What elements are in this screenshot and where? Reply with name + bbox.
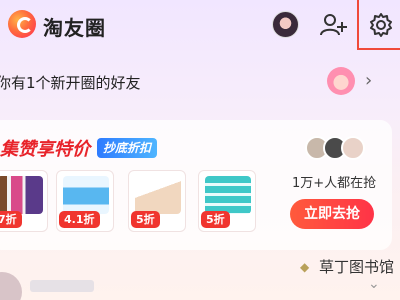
buyer-avatars xyxy=(305,136,365,162)
page: 淘友圈 你有1个新开圈的好友 › 集赞享特价 抄底折扣 7折 xyxy=(0,0,400,300)
shampoo-bottles-image xyxy=(0,176,43,214)
new-circle-friend-notice[interactable]: 你有1个新开圈的好友 › xyxy=(0,62,396,102)
deal-title: 集赞享特价 xyxy=(0,139,90,160)
avatar xyxy=(341,136,365,160)
grab-now-button[interactable]: 立即去抢 xyxy=(290,199,374,229)
product-item[interactable]: 7折 xyxy=(0,170,48,232)
discount-badge: 5折 xyxy=(201,211,230,228)
settings-button[interactable] xyxy=(357,0,400,50)
tissue-pack-image xyxy=(205,176,251,214)
watermark-logo-icon: ◆ xyxy=(300,259,310,274)
feed-avatar[interactable] xyxy=(0,272,22,300)
feed-username-placeholder xyxy=(30,280,94,292)
product-item[interactable]: 5折 xyxy=(128,170,186,232)
add-friend-icon[interactable] xyxy=(318,10,348,40)
grab-count-text: 1万+人都在抢 xyxy=(292,176,377,191)
chevron-right-icon: › xyxy=(365,70,373,91)
watermark-text: 草丁图书馆 xyxy=(319,258,395,276)
product-item[interactable]: 4.1折 xyxy=(56,170,114,232)
discount-badge: 4.1折 xyxy=(59,211,100,228)
chevron-down-icon[interactable]: ⌄ xyxy=(368,276,380,292)
discount-badge: 7折 xyxy=(0,211,22,228)
header: 淘友圈 xyxy=(0,0,400,52)
user-avatar[interactable] xyxy=(272,11,299,38)
app-logo xyxy=(8,10,36,38)
friend-avatar xyxy=(327,67,355,95)
gear-icon xyxy=(370,13,392,37)
watermark: ◆ 草丁图书馆 xyxy=(300,256,394,277)
notice-text: 你有1个新开圈的好友 xyxy=(0,74,141,92)
discount-badge: 5折 xyxy=(131,211,160,228)
product-list: 7折 4.1折 5折 5折 xyxy=(0,170,280,232)
app-title: 淘友圈 xyxy=(43,16,106,40)
tissue-box-image xyxy=(135,176,181,214)
wet-wipes-image xyxy=(63,176,109,214)
deal-tag: 抄底折扣 xyxy=(97,138,158,158)
product-item[interactable]: 5折 xyxy=(198,170,256,232)
